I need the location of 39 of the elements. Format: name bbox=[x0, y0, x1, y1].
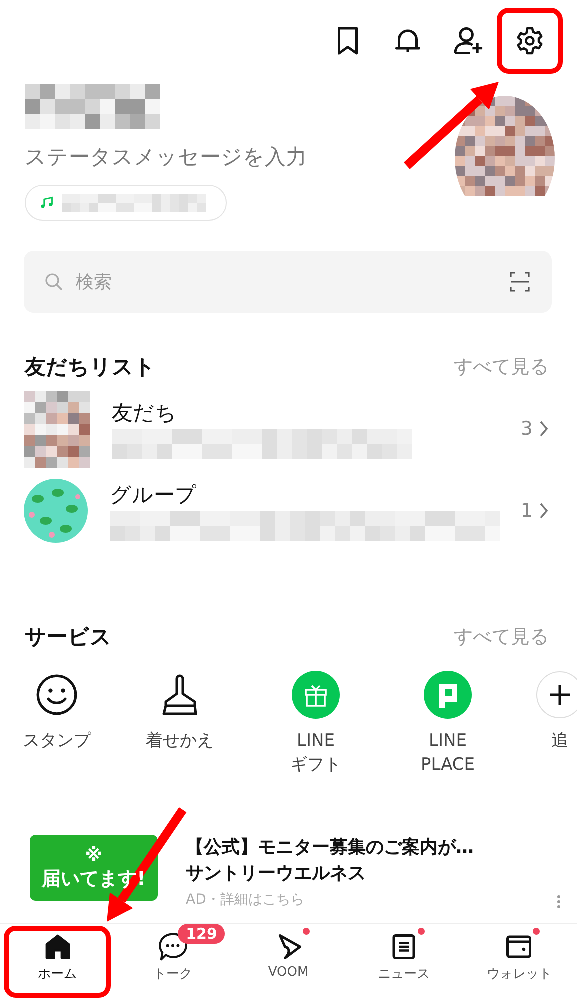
nav-tab[interactable]: ホーム bbox=[0, 924, 116, 1000]
search-input[interactable]: 検索 bbox=[74, 270, 498, 294]
brush-icon bbox=[160, 674, 200, 716]
count-badge: 129 bbox=[178, 924, 226, 944]
ad-title[interactable]: 【公式】モニター募集のご案内が… bbox=[186, 835, 529, 859]
plus-icon bbox=[536, 671, 577, 719]
list-item[interactable]: 友だち 3 bbox=[0, 381, 577, 463]
count-label: 3 bbox=[520, 418, 533, 440]
nav-tab[interactable]: VOOM bbox=[230, 924, 346, 1000]
advertiser-name: サントリーウエルネス bbox=[186, 862, 367, 885]
more-icon[interactable] bbox=[557, 895, 561, 909]
ad-label: AD・詳細はこちら bbox=[186, 892, 304, 908]
search-icon bbox=[44, 272, 64, 292]
chevron-right-icon bbox=[539, 502, 549, 520]
scan-icon[interactable] bbox=[508, 270, 532, 294]
add-person-icon[interactable] bbox=[453, 26, 485, 56]
service-item[interactable]: LINE PLACE bbox=[386, 669, 510, 777]
service-item[interactable]: 追 bbox=[510, 669, 577, 777]
search-field[interactable]: 検索 bbox=[24, 251, 552, 313]
section-title: サービス bbox=[25, 624, 112, 651]
nav-tab[interactable]: ウォレット bbox=[462, 924, 577, 1000]
banner-symbol: ※ bbox=[85, 844, 103, 866]
status-message[interactable]: ステータスメッセージを入力 bbox=[25, 143, 307, 171]
gift-icon bbox=[292, 671, 340, 719]
service-item[interactable]: 着せかえ bbox=[114, 669, 246, 777]
smiley-icon bbox=[36, 674, 78, 716]
section-title: 友だちリスト bbox=[25, 354, 156, 381]
list-item-title: 友だち bbox=[112, 400, 177, 427]
count-label: 1 bbox=[520, 500, 533, 522]
nav-tab[interactable]: ニュース bbox=[346, 924, 462, 1000]
settings-icon[interactable] bbox=[515, 26, 545, 56]
service-item[interactable]: スタンプ bbox=[0, 669, 114, 777]
music-note-icon bbox=[40, 196, 54, 210]
nav-tab[interactable]: 129 トーク bbox=[115, 924, 231, 1000]
list-item-title: グループ bbox=[110, 482, 197, 509]
flag-icon bbox=[424, 671, 472, 719]
list-item[interactable]: グループ 1 bbox=[0, 463, 577, 545]
service-item[interactable]: LINE ギフト bbox=[246, 669, 386, 777]
chevron-right-icon bbox=[539, 420, 549, 438]
